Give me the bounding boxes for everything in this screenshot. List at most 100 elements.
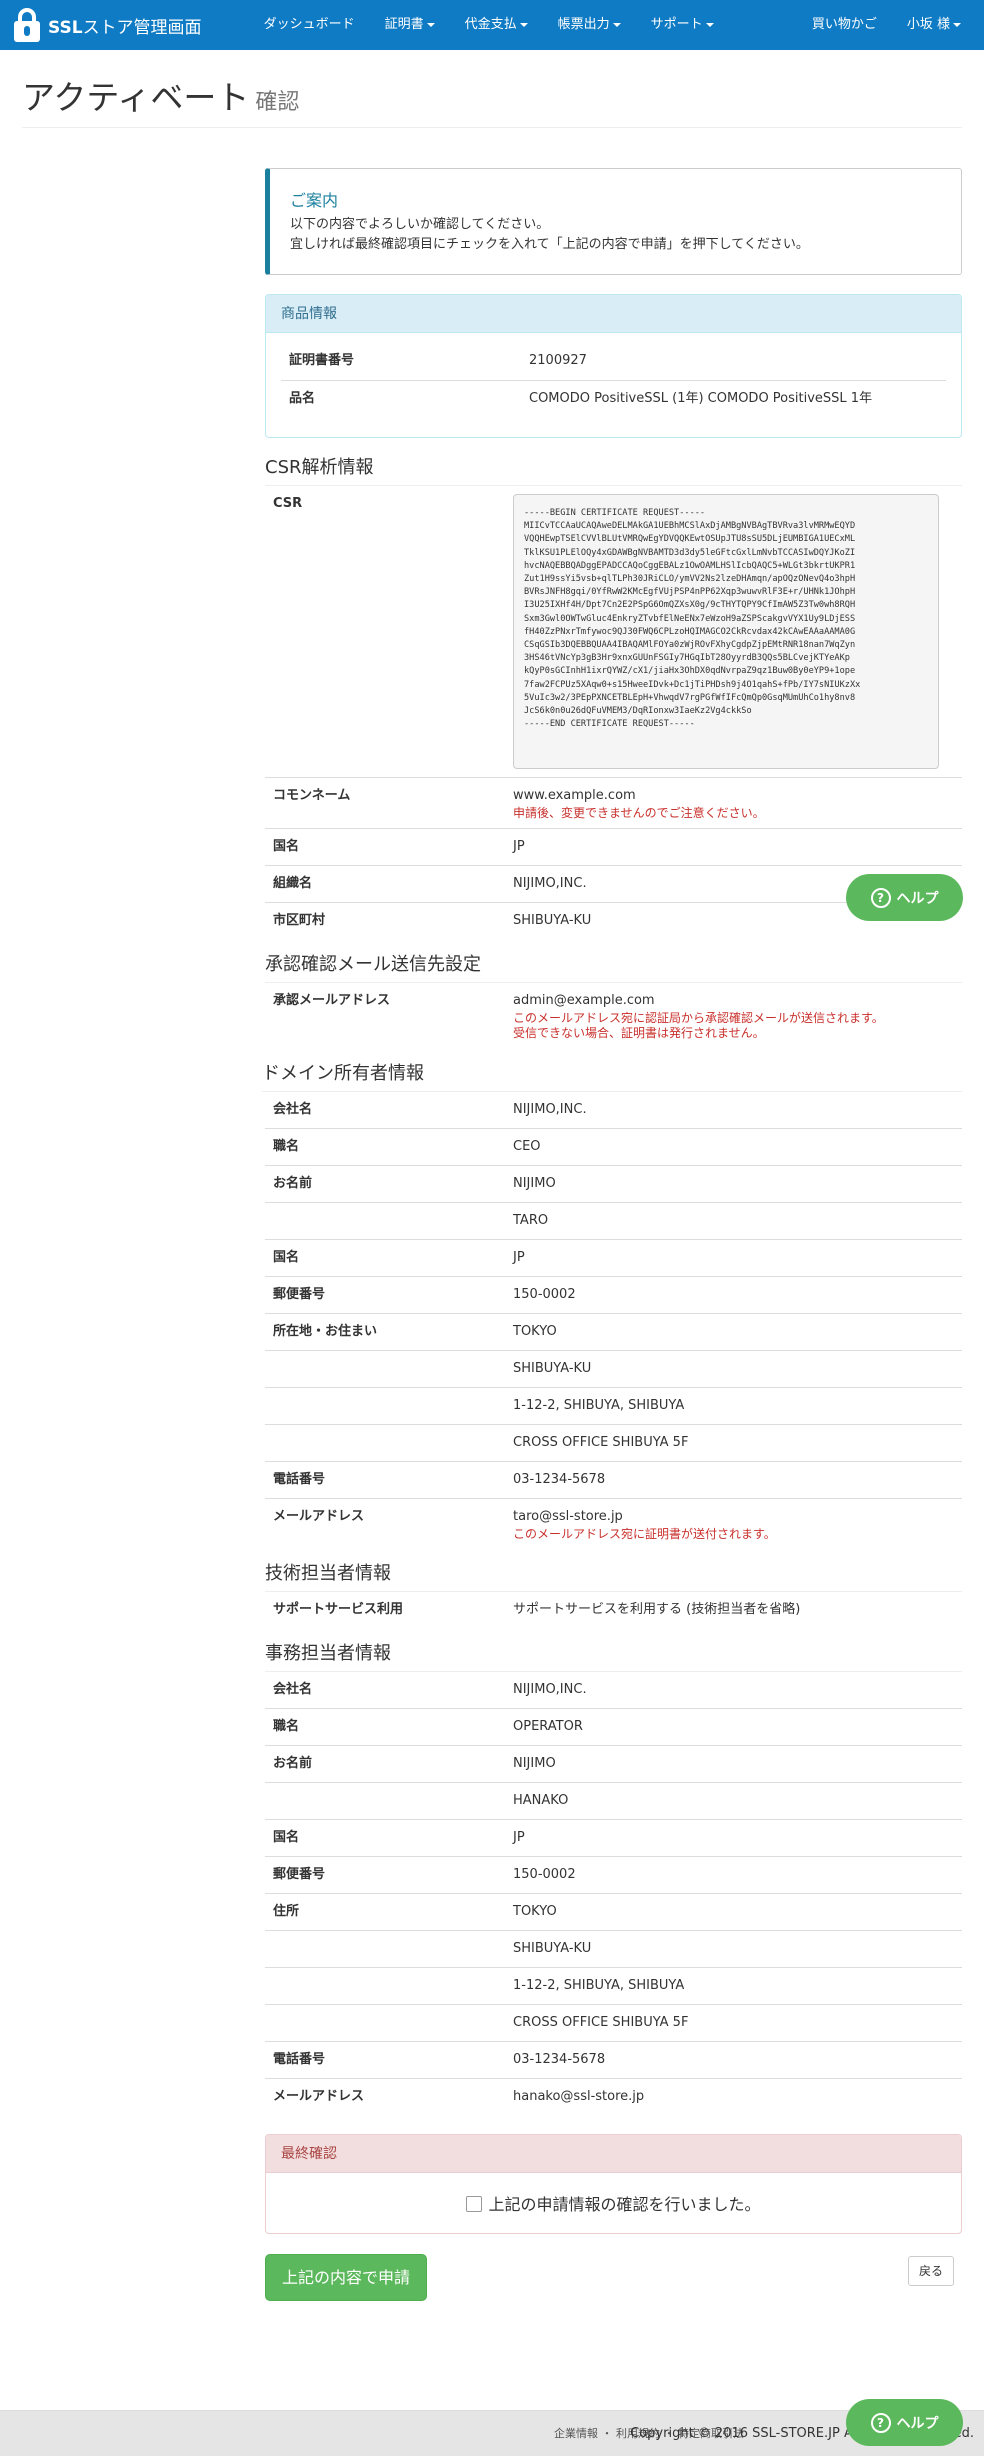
row-label: 証明書番号 <box>289 353 355 368</box>
csr-text: -----BEGIN CERTIFICATE REQUEST----- MIIC… <box>513 494 939 769</box>
help-button[interactable]: ? ヘルプ <box>846 874 963 921</box>
notice-box: ご案内 以下の内容でよろしいか確認してください。 宜しければ最終確認項目にチェッ… <box>265 168 962 275</box>
question-circle-icon: ? <box>870 2412 891 2433</box>
row-label: メールアドレス <box>265 1498 505 1549</box>
row-label: 職名 <box>265 1128 505 1166</box>
table-row: メールアドレス hanako@ssl-store.jp <box>265 2078 962 2116</box>
owner-address-3: 1-12-2, SHIBUYA, SHIBUYA <box>505 1387 962 1425</box>
row-label: 会社名 <box>273 1101 313 1117</box>
row-label: 職名 <box>265 1708 505 1746</box>
row-label: 郵便番号 <box>265 1856 505 1894</box>
row-label: 電話番号 <box>265 1461 505 1499</box>
owner-country: JP <box>505 1239 962 1277</box>
table-row: 職名 OPERATOR <box>265 1708 962 1746</box>
table-row: 1-12-2, SHIBUYA, SHIBUYA <box>265 1387 962 1425</box>
table-row: CSR -----BEGIN CERTIFICATE REQUEST----- … <box>265 486 962 778</box>
nav-right: 買い物かご 小坂 様 <box>797 0 976 50</box>
row-label: コモンネーム <box>265 777 505 829</box>
row-label: 住所 <box>265 1893 505 1931</box>
final-confirm-label[interactable]: 上記の申請情報の確認を行いました。 <box>466 2195 761 2214</box>
nav-cart[interactable]: 買い物かご <box>797 0 892 50</box>
final-confirm-checkbox[interactable] <box>466 2195 483 2212</box>
caret-down-icon <box>426 22 435 27</box>
table-row: 会社名 NIJIMO,INC. <box>265 1672 962 1709</box>
nav-payment[interactable]: 代金支払 <box>450 0 543 50</box>
admin-email: hanako@ssl-store.jp <box>505 2078 962 2116</box>
table-row: HANAKO <box>265 1782 962 1820</box>
help-button-bottom[interactable]: ? ヘルプ <box>846 2399 963 2446</box>
table-row: 電話番号 03-1234-5678 <box>265 1461 962 1499</box>
caret-down-icon <box>519 22 528 27</box>
row-label: 品名 <box>281 379 521 417</box>
table-row: コモンネーム www.example.com 申請後、変更できませんのでご注意くだ… <box>265 777 962 829</box>
owner-company: NIJIMO,INC. <box>513 1101 587 1117</box>
table-row: 郵便番号 150-0002 <box>265 1276 962 1314</box>
caret-down-icon <box>705 22 714 27</box>
page-title: アクティベート 確認 <box>22 78 300 117</box>
notice-title: ご案内 <box>290 191 339 210</box>
owner-title: CEO <box>505 1128 962 1166</box>
table-row: 証明書番号 2100927 <box>281 343 946 380</box>
final-confirm-heading: 最終確認 <box>266 2134 961 2173</box>
row-label: お名前 <box>265 1745 505 1783</box>
csr-section-title: CSR解析情報 <box>265 456 962 486</box>
table-row: 品名 COMODO PositiveSSL (1年) COMODO Positi… <box>281 379 946 417</box>
row-label: 市区町村 <box>265 902 505 940</box>
tech-section-title: 技術担当者情報 <box>265 1562 962 1592</box>
owner-address-1: TOKYO <box>505 1313 962 1351</box>
table-row: 国名 JP <box>265 1239 962 1277</box>
csr-country: JP <box>505 828 962 866</box>
brand-link[interactable]: SSLストア管理画面 <box>0 0 202 50</box>
owner-table: 会社名 NIJIMO,INC. 職名 CEO お名前 NIJIMO TARO 国名 JP… <box>265 1092 962 1549</box>
row-label: メールアドレス <box>265 2078 505 2116</box>
brand-name: SSLストア管理画面 <box>48 17 202 38</box>
notice-line-1: 以下の内容でよろしいか確認してください。 <box>290 217 550 232</box>
table-row: 電話番号 03-1234-5678 <box>265 2041 962 2079</box>
row-label: 国名 <box>265 828 505 866</box>
approval-note-2: 受信できない場合、証明書は発行されません。 <box>513 1025 765 1040</box>
table-row: 所在地・お住まい TOKYO <box>265 1313 962 1351</box>
submit-button[interactable]: 上記の内容で申請 <box>265 2253 428 2301</box>
row-label: お名前 <box>265 1165 505 1203</box>
table-row: TARO <box>265 1202 962 1240</box>
owner-tel: 03-1234-5678 <box>505 1461 962 1499</box>
table-row: 職名 CEO <box>265 1128 962 1166</box>
owner-first-name: TARO <box>505 1202 962 1240</box>
row-label: 郵便番号 <box>265 1276 505 1314</box>
admin-table: 会社名 NIJIMO,INC. 職名 OPERATOR お名前 NIJIMO HANA… <box>265 1672 962 2116</box>
product-table: 証明書番号 2100927 品名 COMODO PositiveSSL (1年)… <box>281 343 946 417</box>
approval-note-1: このメールアドレス宛に認証局から承認確認メールが送信されます。 <box>513 1010 884 1025</box>
table-row: サポートサービス利用 サポートサービスを利用する (技術担当者を省略) <box>265 1592 962 1629</box>
admin-address-3: 1-12-2, SHIBUYA, SHIBUYA <box>505 1967 962 2005</box>
row-label: 承認メールアドレス <box>273 992 391 1008</box>
table-row: 国名 JP <box>265 1819 962 1857</box>
table-row: お名前 NIJIMO <box>265 1165 962 1203</box>
notice-line-2: 宜しければ最終確認項目にチェックを入れて「上記の内容で申請」を押下してください。 <box>290 237 809 252</box>
nav-support[interactable]: サポート <box>636 0 729 50</box>
product-panel-heading: 商品情報 <box>266 295 961 333</box>
row-label: 組織名 <box>265 865 505 903</box>
row-label: 会社名 <box>273 1681 313 1697</box>
product-name: COMODO PositiveSSL (1年) COMODO PositiveS… <box>521 379 946 417</box>
csr-table: CSR -----BEGIN CERTIFICATE REQUEST----- … <box>265 486 962 940</box>
table-row: 承認メールアドレス admin@example.com このメールアドレス宛に認証… <box>265 983 962 1049</box>
nav-user-menu[interactable]: 小坂 様 <box>892 0 976 50</box>
row-label: 電話番号 <box>265 2041 505 2079</box>
back-button[interactable]: 戻る <box>907 2255 954 2286</box>
nav-reports[interactable]: 帳票出力 <box>543 0 636 50</box>
admin-section-title: 事務担当者情報 <box>265 1642 962 1672</box>
approval-table: 承認メールアドレス admin@example.com このメールアドレス宛に認証… <box>265 983 962 1049</box>
page-header: アクティベート 確認 <box>22 78 962 128</box>
footer: 企業情報 ・ 利用規約 ・ 特定商取引法 Copyright © 2016 SS… <box>0 2410 984 2456</box>
form-actions: 上記の内容で申請 戻る <box>265 2253 962 2304</box>
nav-certificates[interactable]: 証明書 <box>370 0 450 50</box>
owner-email: taro@ssl-store.jp <box>513 1509 623 1524</box>
owner-zip: 150-0002 <box>505 1276 962 1314</box>
owner-address-2: SHIBUYA-KU <box>505 1350 962 1388</box>
lock-icon <box>12 8 42 42</box>
approval-section-title: 承認確認メール送信先設定 <box>265 953 962 983</box>
table-row: 郵便番号 150-0002 <box>265 1856 962 1894</box>
table-row: SHIBUYA-KU <box>265 1350 962 1388</box>
admin-zip: 150-0002 <box>505 1856 962 1894</box>
nav-dashboard[interactable]: ダッシュボード <box>249 0 370 50</box>
